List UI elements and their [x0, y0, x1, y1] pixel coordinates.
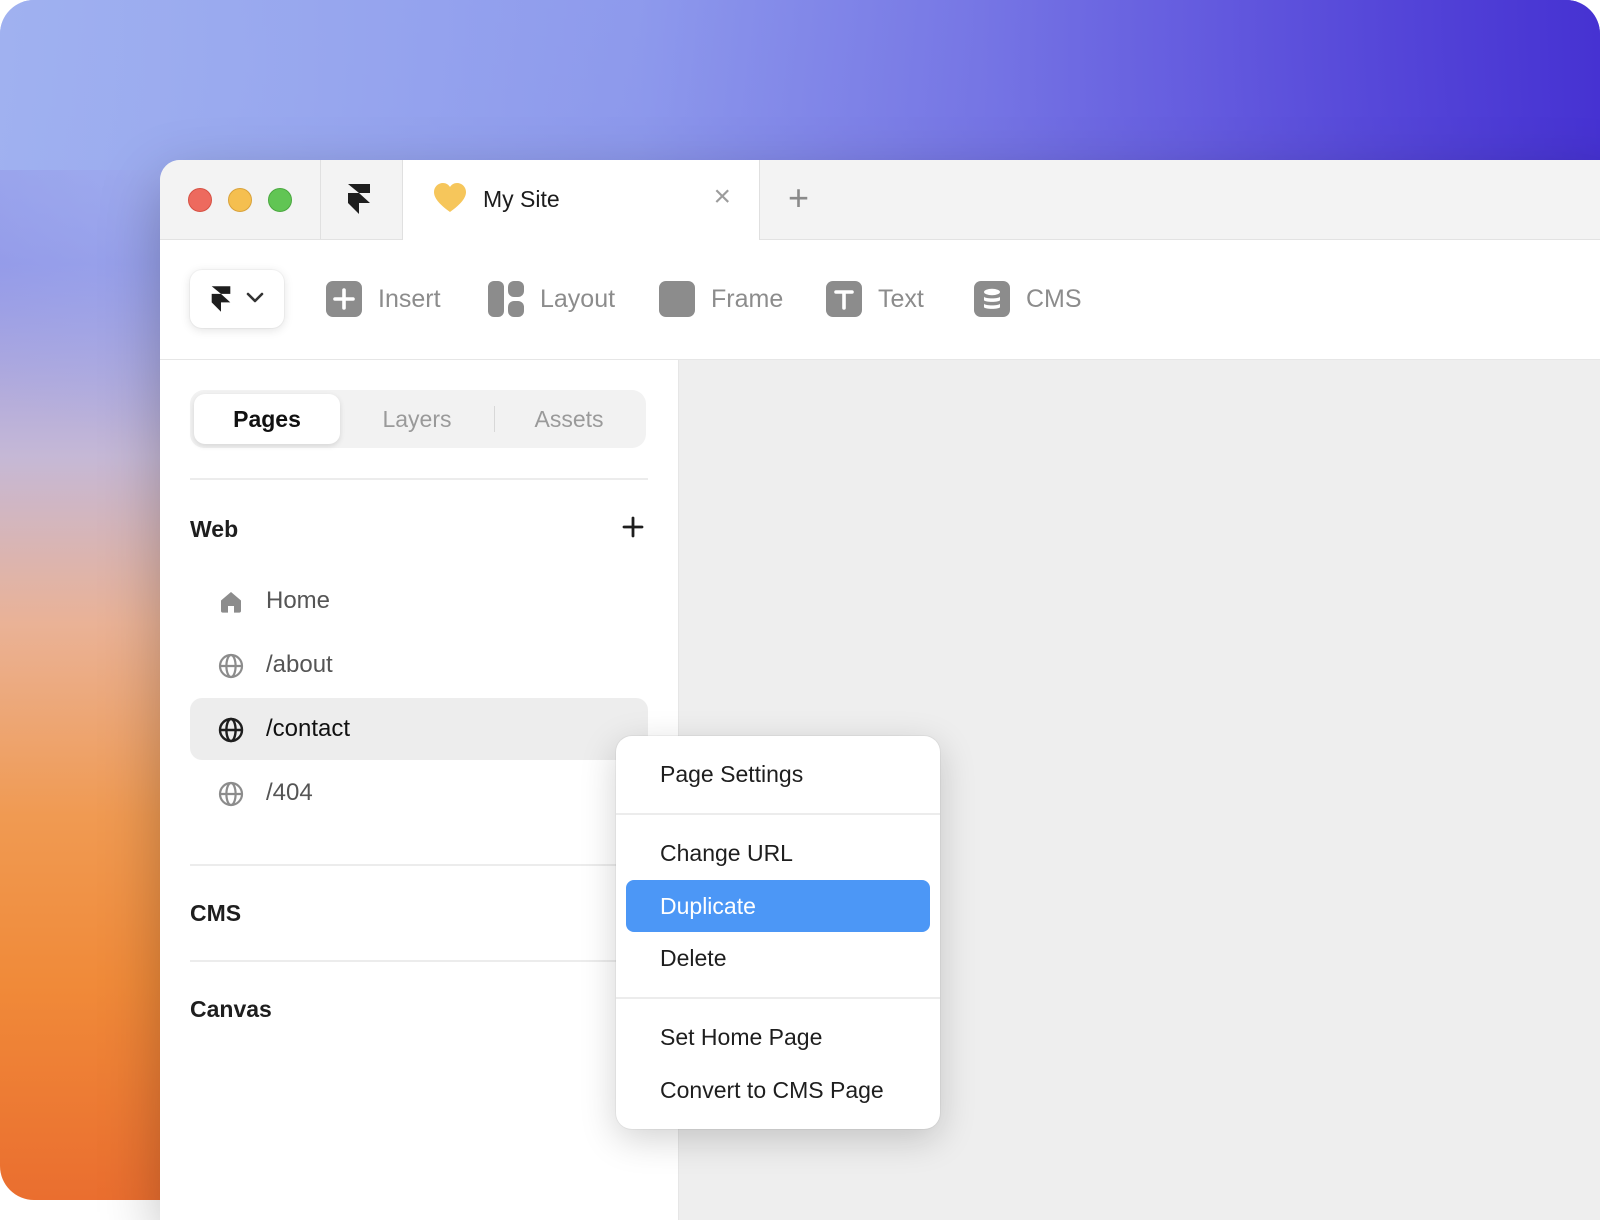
- insert-label: Insert: [378, 284, 441, 313]
- heart-icon: [434, 183, 466, 212]
- globe-icon: [218, 653, 244, 679]
- toolbar: Insert Layout Frame Text CMS: [160, 240, 1600, 360]
- divider: [190, 478, 648, 480]
- page-label: /contact: [266, 715, 351, 742]
- title-bar: My Site × +: [160, 160, 1600, 240]
- sidebar-tabs: Pages Layers Assets: [190, 390, 646, 448]
- globe-icon: [218, 717, 244, 743]
- layout-icon: [488, 281, 524, 317]
- menu-item-label: Page Settings: [660, 761, 804, 787]
- divider: [320, 160, 321, 239]
- tab-assets[interactable]: Assets: [496, 394, 642, 444]
- frame-icon: [659, 281, 695, 317]
- globe-icon: [218, 781, 244, 807]
- window-controls: [188, 188, 292, 212]
- page-item-404[interactable]: /404: [190, 762, 648, 824]
- page-label: /about: [266, 651, 333, 678]
- plus-square-icon: [326, 281, 362, 317]
- database-icon: [974, 281, 1010, 317]
- page-item-about[interactable]: /about: [190, 634, 648, 696]
- section-title-cms[interactable]: CMS: [190, 900, 241, 927]
- menu-item-label: Change URL: [660, 840, 793, 866]
- text-tool-button[interactable]: Text: [826, 280, 924, 318]
- page-label: Home: [266, 587, 331, 614]
- menu-item-delete[interactable]: Delete: [626, 932, 930, 984]
- page-label: /404: [266, 779, 313, 806]
- menu-separator: [616, 997, 940, 999]
- menu-item-label: Set Home Page: [660, 1024, 823, 1050]
- menu-separator: [616, 813, 940, 815]
- menu-item-change-url[interactable]: Change URL: [626, 827, 930, 879]
- tab-pages[interactable]: Pages: [194, 394, 340, 444]
- text-label: Text: [878, 284, 924, 313]
- page-context-menu: Page Settings Change URL Duplicate Delet…: [616, 736, 940, 1129]
- divider: [190, 864, 648, 866]
- menu-item-duplicate[interactable]: Duplicate: [626, 880, 930, 932]
- framer-logo-icon: [211, 286, 231, 312]
- page-item-home[interactable]: Home: [190, 570, 648, 632]
- tab-my-site[interactable]: My Site ×: [402, 160, 760, 240]
- minimize-window-button[interactable]: [228, 188, 252, 212]
- divider: [190, 960, 648, 962]
- insert-tool-button[interactable]: Insert: [326, 280, 441, 318]
- close-window-button[interactable]: [188, 188, 212, 212]
- framer-logo-icon[interactable]: [346, 184, 372, 214]
- home-icon: [221, 592, 241, 613]
- chevron-down-icon: [246, 292, 264, 303]
- frame-tool-button[interactable]: Frame: [659, 280, 783, 318]
- cms-tool-button[interactable]: CMS: [974, 280, 1082, 318]
- menu-item-convert-to-cms-page[interactable]: Convert to CMS Page: [626, 1064, 930, 1116]
- sidebar: Pages Layers Assets Web Home /about /con…: [160, 360, 679, 1220]
- new-tab-button[interactable]: +: [788, 178, 809, 218]
- cms-label: CMS: [1026, 284, 1082, 313]
- tab-title: My Site: [483, 186, 560, 212]
- background-gradient-top: [0, 0, 1600, 170]
- menu-item-label: Delete: [660, 945, 727, 971]
- menu-item-label: Duplicate: [660, 893, 756, 919]
- menu-item-set-home-page[interactable]: Set Home Page: [626, 1011, 930, 1063]
- tab-layers[interactable]: Layers: [344, 394, 490, 444]
- frame-label: Frame: [711, 284, 784, 313]
- section-title-web[interactable]: Web: [190, 516, 238, 543]
- menu-item-page-settings[interactable]: Page Settings: [626, 748, 930, 800]
- layout-tool-button[interactable]: Layout: [488, 280, 615, 318]
- section-title-canvas[interactable]: Canvas: [190, 996, 272, 1023]
- menu-item-label: Convert to CMS Page: [660, 1077, 884, 1103]
- main-menu-button[interactable]: [190, 270, 284, 328]
- close-tab-icon[interactable]: ×: [713, 182, 731, 212]
- add-page-icon[interactable]: [622, 516, 644, 538]
- divider: [494, 406, 495, 432]
- page-item-contact[interactable]: /contact: [190, 698, 648, 760]
- zoom-window-button[interactable]: [268, 188, 292, 212]
- layout-label: Layout: [540, 284, 616, 313]
- text-icon: [826, 281, 862, 317]
